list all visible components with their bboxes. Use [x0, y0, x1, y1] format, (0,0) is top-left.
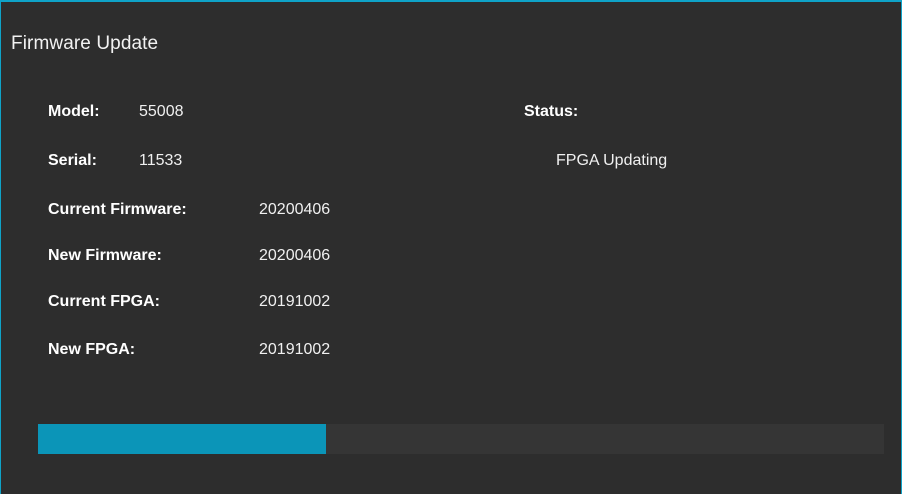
serial-value: 11533 [139, 152, 183, 169]
serial-label: Serial: [48, 152, 97, 169]
current-fpga-value: 20191002 [259, 293, 331, 310]
status-label: Status: [524, 103, 579, 120]
current-firmware-label: Current Firmware: [48, 201, 187, 218]
new-fpga-label: New FPGA: [48, 341, 136, 358]
status-value: FPGA Updating [556, 152, 668, 169]
new-fpga-value: 20191002 [259, 341, 331, 358]
window-title: Firmware Update [11, 33, 159, 54]
model-label: Model: [48, 103, 100, 120]
current-fpga-label: Current FPGA: [48, 293, 160, 310]
new-firmware-value: 20200406 [259, 247, 331, 264]
firmware-update-window: Firmware Update Model: 55008 Serial: 115… [0, 0, 902, 494]
model-value: 55008 [139, 103, 184, 120]
progress-bar [38, 424, 884, 454]
new-firmware-label: New Firmware: [48, 247, 162, 264]
progress-bar-fill [38, 424, 326, 454]
current-firmware-value: 20200406 [259, 201, 331, 218]
